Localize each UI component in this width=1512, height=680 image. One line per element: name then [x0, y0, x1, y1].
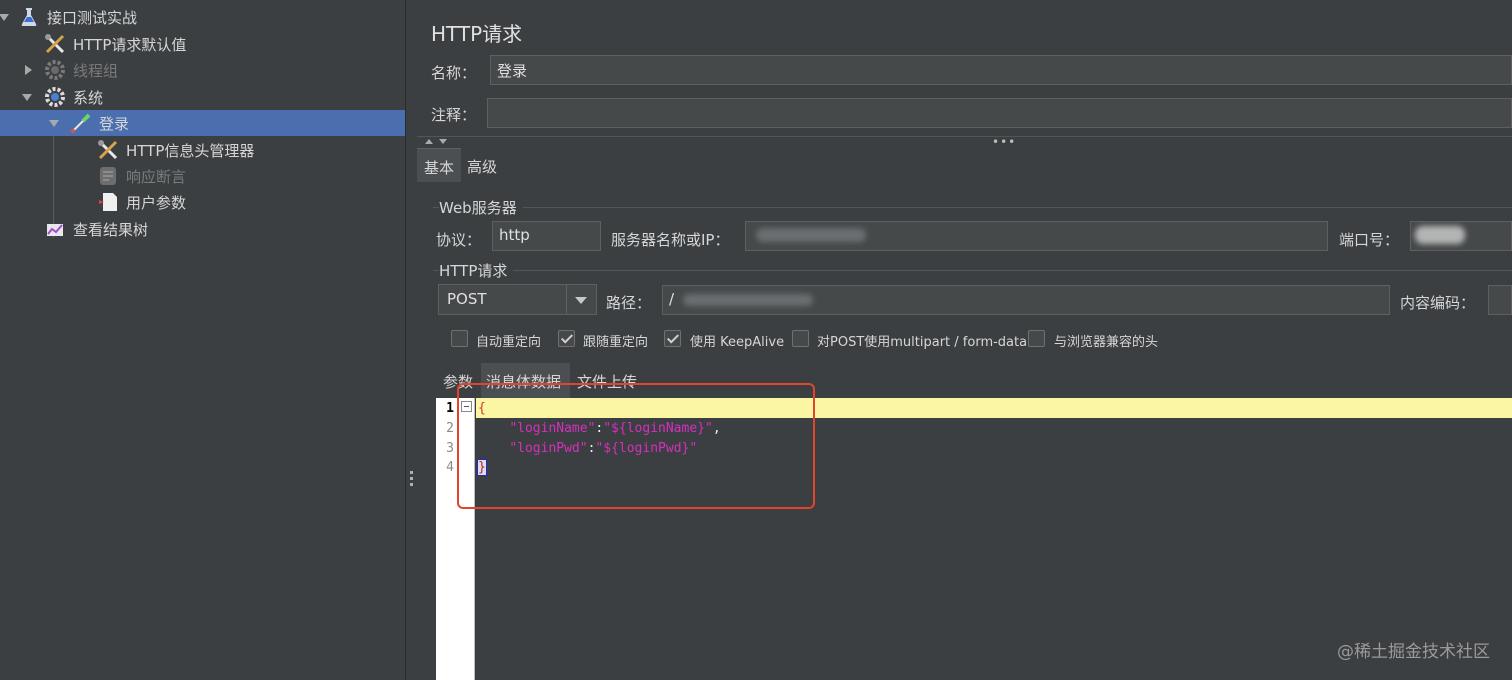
- server-label: 服务器名称或IP：: [611, 231, 730, 249]
- section-divider[interactable]: •••: [417, 135, 1512, 149]
- document-icon: [99, 193, 117, 211]
- tab-label: 高级: [467, 158, 498, 176]
- redacted-value: [1415, 226, 1465, 244]
- chart-icon: [47, 224, 63, 236]
- http-request-panel: HTTP请求 名称： 登录 注释： ••• 基本 高级 Web服务器 协议： h…: [417, 0, 1512, 680]
- name-input[interactable]: 登录: [490, 55, 1512, 85]
- group-border: [433, 207, 1512, 208]
- test-plan-flask-icon: [21, 8, 37, 26]
- method-value: POST: [447, 290, 487, 308]
- collapse-arrow-icon[interactable]: [22, 94, 32, 101]
- path-value: /: [669, 290, 675, 308]
- collapse-arrow-icon[interactable]: [49, 120, 59, 127]
- server-input[interactable]: [745, 221, 1328, 251]
- wrench-screwdriver-icon: [45, 34, 65, 54]
- path-label: 路径：: [606, 294, 652, 312]
- pipette-icon: [71, 113, 91, 133]
- collapse-up-icon[interactable]: [425, 139, 433, 144]
- line-number: 2: [446, 421, 454, 436]
- line-number: 4: [446, 460, 454, 475]
- tree-item-system[interactable]: 系统: [0, 84, 405, 110]
- comment-input[interactable]: [487, 98, 1512, 128]
- checkbox-label: 与浏览器兼容的头: [1054, 335, 1159, 350]
- watermark: @稀土掘金技术社区: [1337, 642, 1490, 662]
- checkbox-label: 使用 KeepAlive: [690, 335, 785, 350]
- tree-item-login-sampler[interactable]: 登录: [0, 110, 405, 136]
- checkbox-label: 跟随重定向: [583, 335, 649, 350]
- tab-advanced[interactable]: 高级: [463, 148, 507, 182]
- method-select[interactable]: POST: [438, 284, 597, 315]
- line-number: 3: [446, 441, 454, 456]
- wrench-screwdriver-icon: [98, 140, 118, 160]
- panel-splitter[interactable]: [405, 0, 417, 680]
- encoding-input[interactable]: [1488, 285, 1512, 315]
- tab-basic[interactable]: 基本: [417, 148, 461, 182]
- chevron-down-icon[interactable]: [575, 297, 587, 304]
- port-input[interactable]: [1410, 221, 1512, 251]
- tree-item-label: 查看结果树: [73, 221, 149, 239]
- http-request-group-title: HTTP请求: [439, 260, 514, 281]
- assertion-icon: [100, 167, 116, 185]
- tree-item-user-parameters[interactable]: 用户参数: [0, 189, 405, 215]
- annotation-highlight-box: [457, 383, 815, 509]
- drag-handle-icon[interactable]: •••: [992, 135, 1016, 149]
- tree-item-label: 系统: [73, 89, 104, 107]
- gear-icon: [45, 87, 65, 107]
- checkbox-label: 自动重定向: [476, 335, 542, 350]
- name-label: 名称：: [431, 64, 477, 82]
- tree-item-label: 响应断言: [126, 168, 187, 186]
- tree-item-results-tree[interactable]: 查看结果树: [0, 216, 405, 242]
- protocol-input[interactable]: http: [492, 221, 601, 251]
- tree-item-label: 登录: [99, 115, 130, 133]
- collapse-arrow-icon[interactable]: [0, 14, 9, 21]
- tree-item-response-assertion[interactable]: 响应断言: [0, 163, 405, 189]
- auto-redirect-checkbox[interactable]: [451, 330, 468, 347]
- browser-headers-checkbox[interactable]: [1028, 330, 1045, 347]
- tree-item-label: 线程组: [73, 62, 119, 80]
- tree-item-test-plan[interactable]: 接口测试实战: [0, 4, 405, 30]
- redacted-value: [683, 294, 813, 306]
- splitter-grip-icon[interactable]: [410, 471, 413, 487]
- tree-item-label: 用户参数: [126, 194, 187, 212]
- tree-item-http-defaults[interactable]: HTTP请求默认值: [0, 31, 405, 57]
- test-plan-tree: 接口测试实战 HTTP请求默认值 线程组 系统 登录 HTTP信息头管理器 响应…: [0, 0, 405, 680]
- web-server-group-title: Web服务器: [439, 197, 523, 218]
- keepalive-checkbox[interactable]: [664, 330, 681, 347]
- tree-item-label: 接口测试实战: [47, 9, 138, 27]
- page-title: HTTP请求: [431, 22, 523, 46]
- follow-redirect-checkbox[interactable]: [558, 330, 575, 347]
- protocol-label: 协议：: [436, 231, 482, 249]
- tab-label: 基本: [424, 159, 455, 177]
- checkbox-label: 对POST使用multipart / form-data: [817, 335, 1028, 350]
- path-input[interactable]: /: [662, 285, 1390, 315]
- multipart-checkbox[interactable]: [792, 330, 809, 347]
- expand-arrow-icon[interactable]: [25, 65, 32, 75]
- tree-item-thread-group[interactable]: 线程组: [0, 57, 405, 83]
- port-label: 端口号：: [1339, 231, 1400, 249]
- group-border: [433, 270, 1512, 271]
- encoding-label: 内容编码：: [1400, 294, 1476, 312]
- tree-item-label: HTTP请求默认值: [73, 36, 187, 54]
- tree-item-label: HTTP信息头管理器: [126, 142, 255, 160]
- gear-icon: [45, 60, 65, 80]
- expand-down-icon[interactable]: [439, 139, 447, 144]
- line-number: 1: [446, 401, 454, 416]
- comment-label: 注释：: [431, 106, 477, 124]
- tree-item-header-manager[interactable]: HTTP信息头管理器: [0, 137, 405, 163]
- redacted-value: [756, 228, 866, 242]
